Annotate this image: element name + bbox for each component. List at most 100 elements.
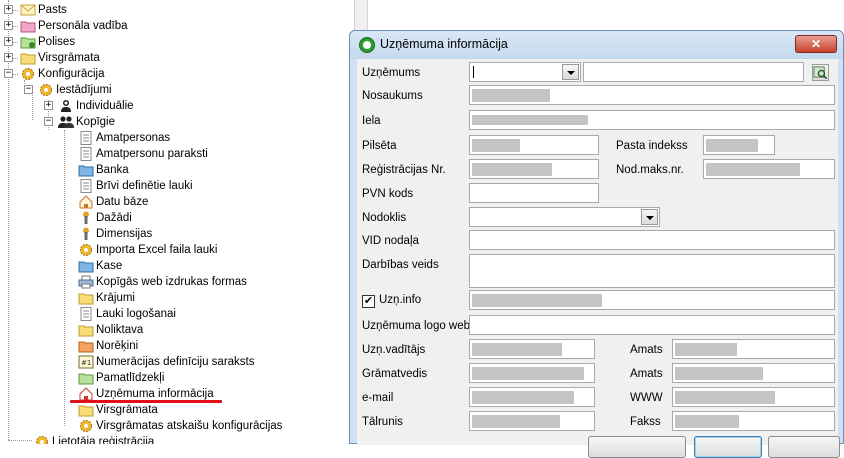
logo-web-label: Uzņēmuma logo webā [362,320,477,332]
pvn-kods-field[interactable] [469,183,599,203]
tree-item-dimensijas[interactable]: Dimensijas [78,226,154,242]
redacted-value [472,415,560,428]
uznemums-name-field[interactable] [583,62,804,82]
tree-item-konfiguracija[interactable]: Konfigurācija [20,66,106,82]
vid-nodala-field[interactable] [469,230,835,250]
amats1-field[interactable] [672,339,835,359]
tree-item-virsgramata[interactable]: Virsgrāmata [20,50,102,66]
fakss-field[interactable] [672,411,835,431]
wrench-icon [78,227,94,241]
redacted-value [472,163,552,176]
expand-individualie-button[interactable]: + [44,101,53,110]
reg-nr-field[interactable] [469,159,599,179]
tree-item-label: Iestādījumi [56,83,112,96]
green-folder-icon [78,371,94,385]
orange-folder-icon [78,339,94,353]
nodoklis-label: Nodoklis [362,212,407,224]
tree-item-lietotaja-registracija[interactable]: Lietotāja reģistrācija [34,434,156,444]
yellow-folder-icon [78,403,94,417]
tree-item-iestadijumi[interactable]: Iestādījumi [38,82,114,98]
tree-item-pasts[interactable]: Pasts [20,2,69,18]
document-icon [78,179,94,193]
tree-item-label: Lietotāja reģistrācija [52,435,155,445]
tree-item-norekini[interactable]: Norēķini [78,338,140,354]
tree-item-label: Virsgrāmata [38,51,100,64]
gramatvedis-field[interactable] [469,363,595,383]
talrunis-label: Tālrunis [362,416,403,428]
tree-item-dazadi[interactable]: Dažādi [78,210,134,226]
iela-field[interactable] [469,110,835,130]
user-icon [58,99,74,113]
tree-item-kopigas-web-izdrukas[interactable]: Kopīgās web izdrukas formas [78,274,249,290]
nosaukums-label: Nosaukums [362,90,423,102]
lookup-button[interactable] [812,64,829,81]
redacted-value [472,89,550,102]
uzn-info-field[interactable] [469,290,835,310]
tree-item-lauki-logosanai[interactable]: Lauki logošanai [78,306,178,322]
pilseta-field[interactable] [469,135,599,155]
tree-item-banka[interactable]: Banka [78,162,131,178]
tree-item-label: Amatpersonas [96,131,171,144]
tree-item-label: Kopīgie [76,115,116,128]
redacted-value [472,391,574,404]
nodoklis-dropdown-button[interactable] [641,209,658,225]
tree-item-brivi-definetie-lauki[interactable]: Brīvi definētie lauki [78,178,195,194]
tree-item-label: Dažādi [96,211,132,224]
tree-item-virsgramata-2[interactable]: Virsgrāmata [78,402,160,418]
tree-item-importa-excel[interactable]: Importa Excel faila lauki [78,242,219,258]
wrench-icon [78,211,94,225]
tree-item-personala-vadiba[interactable]: Personāla vadība [20,18,130,34]
www-field[interactable] [672,387,835,407]
tree-item-virsgramatas-atskaisu[interactable]: Virsgrāmatas atskaišu konfigurācijas [78,418,284,434]
tree-item-label: Virsgrāmata [96,403,158,416]
company-info-dialog: Uzņēmuma informācija ✕ Uzņēmums Nosaukum… [349,30,844,458]
nodoklis-select[interactable] [469,207,660,227]
tree-item-noliktava[interactable]: Noliktava [78,322,145,338]
tree-item-kase[interactable]: Kase [78,258,124,274]
document-icon [78,307,94,321]
close-button[interactable]: ✕ [795,35,837,53]
dialog-button-1[interactable] [588,436,686,458]
expand-virsgramata-button[interactable]: + [4,53,13,62]
redacted-value [472,367,584,380]
tree-item-amatpersonu-paraksti[interactable]: Amatpersonu paraksti [78,146,210,162]
nosaukums-field[interactable] [469,85,835,105]
amats2-field[interactable] [672,363,835,383]
tree-item-kopigie[interactable]: Kopīgie [58,114,117,130]
tree-item-pamatlidzekli[interactable]: Pamatlīdzekļi [78,370,166,386]
collapse-kopigie-button[interactable]: − [44,117,53,126]
tree-item-numeracijas[interactable]: #1 Numerācijas definīciju saraksts [78,354,257,370]
tree-item-amatpersonas[interactable]: Amatpersonas [78,130,172,146]
uznemums-label: Uzņēmums [362,67,421,79]
pasta-indekss-field[interactable] [703,135,775,155]
uznemums-dropdown-button[interactable] [562,64,579,80]
collapse-iestadijumi-button[interactable]: − [24,85,33,94]
expand-personala-button[interactable]: + [4,21,13,30]
logo-web-field[interactable] [469,315,835,335]
tree-item-individualie[interactable]: Individuālie [58,98,136,114]
uzn-info-checkbox[interactable]: ✔ [362,295,375,308]
email-field[interactable] [469,387,595,407]
tree-item-label: Kase [96,259,123,272]
expand-polises-button[interactable]: + [4,37,13,46]
uzn-vaditajs-field[interactable] [469,339,595,359]
collapse-konfiguracija-button[interactable]: − [4,69,13,78]
tree-item-polises[interactable]: Polises [20,34,77,50]
expand-pasts-button[interactable]: + [4,5,13,14]
dialog-button-2[interactable] [694,436,762,458]
dialog-button-3[interactable] [768,436,840,458]
redacted-value [675,415,739,428]
pasta-indekss-label: Pasta indekss [616,140,688,152]
uznemums-combo[interactable] [469,62,581,82]
tree-item-label: Lauki logošanai [96,307,176,320]
nod-maks-nr-field[interactable] [703,159,835,179]
tree-item-krajumi[interactable]: Krājumi [78,290,137,306]
dialog-titlebar[interactable]: Uzņēmuma informācija ✕ [350,31,843,59]
highlight-underline [70,400,222,403]
darbibas-veids-field[interactable] [469,254,835,288]
tree-item-datu-baze[interactable]: Datu bāze [78,194,150,210]
tree-item-label: Polises [38,35,76,48]
talrunis-field[interactable] [469,411,595,431]
iela-label: Iela [362,115,381,127]
tree-item-label: Banka [96,163,129,176]
